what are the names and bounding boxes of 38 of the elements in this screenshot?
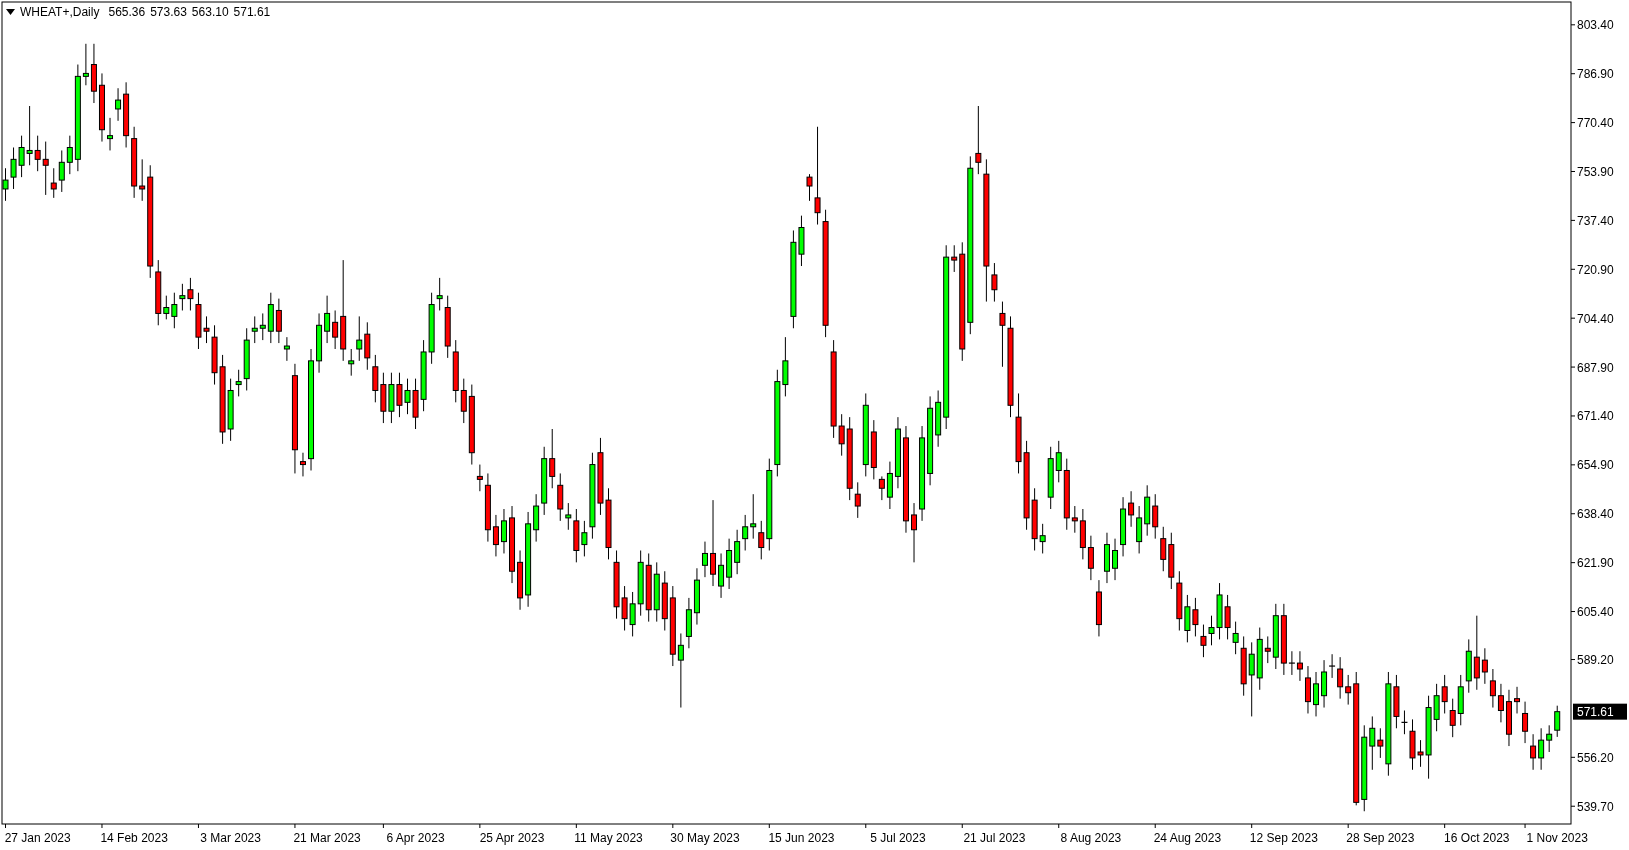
price-axis-label: 671.40 bbox=[1577, 409, 1614, 424]
price-axis-label: 556.20 bbox=[1577, 750, 1614, 765]
price-axis-label: 786.90 bbox=[1577, 67, 1614, 82]
date-axis-label: 16 Oct 2023 bbox=[1444, 831, 1510, 845]
price-axis-label: 687.90 bbox=[1577, 360, 1614, 375]
date-axis-label: 30 May 2023 bbox=[670, 831, 740, 845]
date-axis-label: 3 Mar 2023 bbox=[200, 831, 261, 845]
date-axis-label: 27 Jan 2023 bbox=[4, 831, 71, 845]
date-axis-label: 5 Jul 2023 bbox=[870, 831, 926, 845]
date-axis-label: 8 Aug 2023 bbox=[1060, 831, 1122, 845]
ohlc-value: 563.10 bbox=[191, 5, 229, 19]
ohlc-value: 571.61 bbox=[233, 5, 271, 19]
price-axis-label: 605.40 bbox=[1577, 605, 1614, 620]
date-axis-label: 15 Jun 2023 bbox=[768, 831, 835, 845]
price-axis-label: 720.90 bbox=[1577, 262, 1614, 277]
date-axis-label: 6 Apr 2023 bbox=[386, 831, 445, 845]
price-axis-label: 803.40 bbox=[1577, 18, 1614, 33]
date-axis-label: 24 Aug 2023 bbox=[1153, 831, 1222, 845]
price-axis-label: 539.70 bbox=[1577, 799, 1614, 814]
price-axis-label: 621.90 bbox=[1577, 556, 1614, 571]
date-axis-label: 12 Sep 2023 bbox=[1249, 831, 1318, 845]
date-axis-label: 14 Feb 2023 bbox=[100, 831, 168, 845]
date-axis-label: 21 Jul 2023 bbox=[963, 831, 1026, 845]
date-axis-label: 28 Sep 2023 bbox=[1346, 831, 1415, 845]
ohlc-value: 565.36 bbox=[108, 5, 146, 19]
price-axis-label: 770.40 bbox=[1577, 116, 1614, 131]
price-axis-label: 638.40 bbox=[1577, 507, 1614, 522]
date-axis-label: 25 Apr 2023 bbox=[479, 831, 545, 845]
date-axis-label: 1 Nov 2023 bbox=[1526, 831, 1588, 845]
price-axis-label: 654.90 bbox=[1577, 458, 1614, 473]
symbol-label: WHEAT+,Daily bbox=[20, 5, 100, 19]
price-axis-label: 589.20 bbox=[1577, 653, 1614, 668]
date-axis-label: 11 May 2023 bbox=[574, 831, 643, 845]
date-axis-label: 21 Mar 2023 bbox=[293, 831, 361, 845]
price-axis-label: 737.40 bbox=[1577, 213, 1614, 228]
ohlc-value: 573.63 bbox=[150, 5, 187, 19]
price-axis-label: 753.90 bbox=[1577, 165, 1614, 179]
price-axis-label: 704.40 bbox=[1577, 311, 1614, 326]
